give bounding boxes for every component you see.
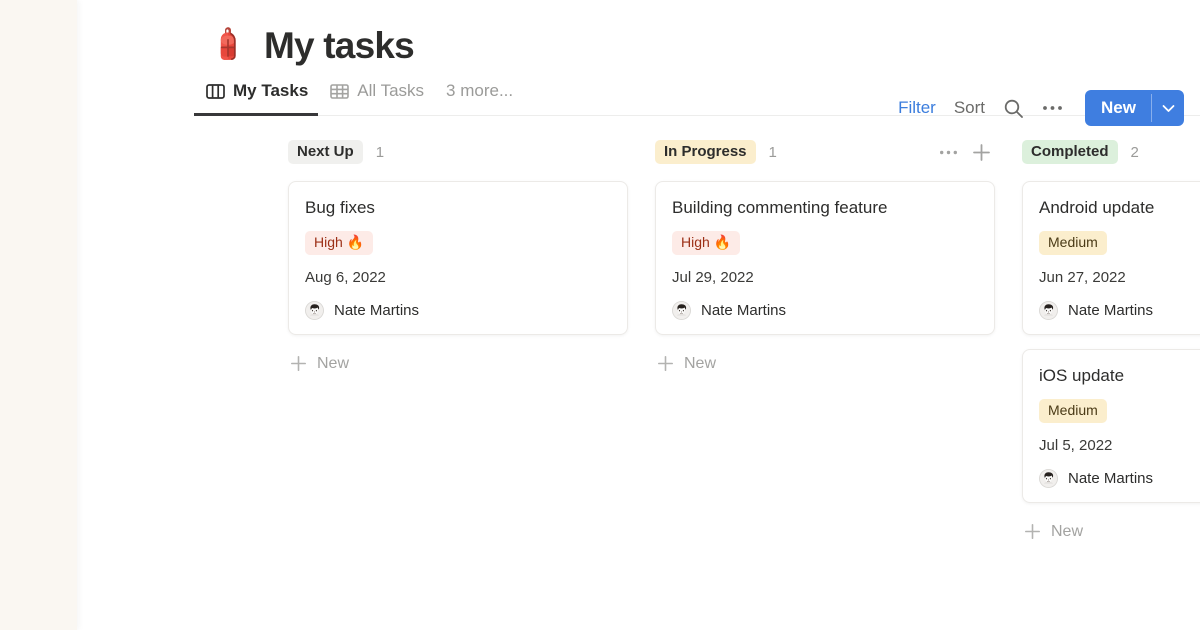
avatar: [1039, 469, 1058, 488]
board-column: Next Up 1 Bug fixes High 🔥 Aug 6, 2022 Nate M…: [288, 138, 628, 373]
column-actions: [939, 143, 995, 162]
priority-badge: High 🔥: [305, 231, 373, 255]
task-title: Bug fixes: [305, 197, 611, 218]
new-button-label: New: [1085, 90, 1151, 126]
task-date: Aug 6, 2022: [305, 269, 611, 286]
assignee-name: Nate Martins: [334, 302, 419, 319]
task-card[interactable]: iOS update Medium Jul 5, 2022 Nate Martins: [1022, 349, 1200, 503]
assignee-name: Nate Martins: [1068, 470, 1153, 487]
column-count: 1: [769, 144, 777, 161]
search-icon[interactable]: [1003, 98, 1024, 119]
view-tabs: My Tasks All Tasks: [206, 72, 513, 116]
task-date: Jun 27, 2022: [1039, 269, 1200, 286]
chevron-down-icon[interactable]: [1152, 90, 1184, 126]
task-assignee: Nate Martins: [305, 301, 611, 320]
column-count: 1: [376, 144, 384, 161]
column-ellipsis-icon[interactable]: [939, 149, 958, 156]
plus-icon: [1024, 523, 1041, 540]
new-item-label: New: [684, 355, 716, 373]
table-icon: [330, 82, 349, 101]
task-card[interactable]: Bug fixes High 🔥 Aug 6, 2022 Nate Martins: [288, 181, 628, 335]
board-icon: [206, 82, 225, 101]
column-count: 2: [1131, 144, 1139, 161]
tab-more-views[interactable]: 3 more...: [446, 72, 513, 116]
assignee-name: Nate Martins: [701, 302, 786, 319]
tab-all-tasks[interactable]: All Tasks: [330, 72, 424, 116]
tab-my-tasks[interactable]: My Tasks: [206, 72, 308, 116]
column-new-item-button[interactable]: New: [288, 349, 628, 373]
board-column: Completed 2 Android update Medium Jun 27, 20…: [1022, 138, 1200, 541]
tab-label: My Tasks: [233, 81, 308, 101]
filter-button[interactable]: Filter: [898, 98, 936, 118]
plus-icon: [657, 355, 674, 372]
new-item-label: New: [317, 355, 349, 373]
page-title: My tasks: [264, 27, 414, 64]
ellipsis-icon[interactable]: [1042, 104, 1063, 112]
column-new-item-button[interactable]: New: [655, 349, 995, 373]
page-header: My tasks: [77, 0, 1200, 72]
task-card[interactable]: Android update Medium Jun 27, 2022 Nate Mar…: [1022, 181, 1200, 335]
column-add-icon[interactable]: [972, 143, 991, 162]
column-header: Next Up 1: [288, 138, 628, 166]
tab-label: All Tasks: [357, 81, 424, 101]
view-toolbar: Filter Sort New: [898, 86, 1184, 130]
column-name-chip[interactable]: In Progress: [655, 140, 756, 165]
task-assignee: Nate Martins: [672, 301, 978, 320]
assignee-name: Nate Martins: [1068, 302, 1153, 319]
new-button[interactable]: New: [1085, 90, 1184, 126]
kanban-board: Next Up 1 Bug fixes High 🔥 Aug 6, 2022 Nate M…: [77, 116, 1200, 586]
priority-badge: Medium: [1039, 231, 1107, 255]
task-card[interactable]: Building commenting feature High 🔥 Jul 29,…: [655, 181, 995, 335]
plus-icon: [290, 355, 307, 372]
task-title: Building commenting feature: [672, 197, 978, 218]
avatar: [672, 301, 691, 320]
tab-label: 3 more...: [446, 81, 513, 101]
task-assignee: Nate Martins: [1039, 469, 1200, 488]
task-title: iOS update: [1039, 365, 1200, 386]
task-assignee: Nate Martins: [1039, 301, 1200, 320]
sidebar-panel: [0, 0, 77, 630]
main-content: My tasks My Tasks: [77, 0, 1200, 630]
task-date: Jul 5, 2022: [1039, 437, 1200, 454]
new-item-label: New: [1051, 523, 1083, 541]
column-name-chip[interactable]: Completed: [1022, 140, 1118, 165]
column-header: Completed 2: [1022, 138, 1200, 166]
column-name-chip[interactable]: Next Up: [288, 140, 363, 165]
task-title: Android update: [1039, 197, 1200, 218]
priority-badge: High 🔥: [672, 231, 740, 255]
task-date: Jul 29, 2022: [672, 269, 978, 286]
avatar: [1039, 301, 1058, 320]
column-new-item-button[interactable]: New: [1022, 517, 1200, 541]
column-header: In Progress 1: [655, 138, 995, 166]
sort-button[interactable]: Sort: [954, 98, 985, 118]
priority-badge: Medium: [1039, 399, 1107, 423]
board-column: In Progress 1 Building commenting feature H…: [655, 138, 995, 373]
avatar: [305, 301, 324, 320]
backpack-emoji: [206, 21, 250, 69]
app-window: My tasks My Tasks: [0, 0, 1200, 630]
